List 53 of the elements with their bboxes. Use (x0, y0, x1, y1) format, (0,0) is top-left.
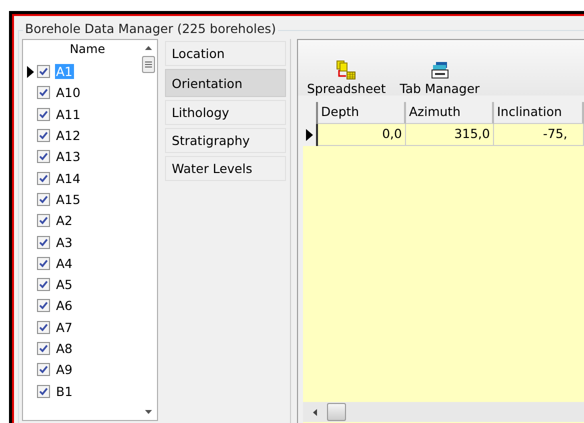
borehole-name[interactable]: A12 (55, 128, 82, 144)
checkbox[interactable] (37, 256, 50, 270)
scroll-up-icon[interactable] (144, 46, 152, 50)
scroll-down-icon[interactable] (144, 410, 152, 414)
checkbox[interactable] (37, 214, 50, 228)
column-header[interactable]: Azimuth (406, 102, 494, 124)
checkbox[interactable] (37, 384, 50, 398)
table-cell: 0,0 (318, 124, 406, 146)
checkbox[interactable] (37, 363, 50, 376)
scroll-left-icon[interactable] (313, 408, 317, 416)
borehole-name[interactable]: A13 (55, 149, 82, 164)
scroll-thumb[interactable] (327, 403, 346, 421)
checkbox[interactable] (37, 86, 50, 100)
checkbox[interactable] (37, 172, 50, 185)
borehole-name[interactable]: A2 (55, 213, 74, 228)
column-header[interactable]: Depth (318, 102, 406, 124)
borehole-name[interactable]: A6 (55, 298, 74, 314)
checkbox[interactable] (37, 278, 50, 292)
borehole-name[interactable]: B1 (55, 384, 74, 399)
spreadsheet-icon (336, 60, 356, 80)
checkbox[interactable] (37, 342, 50, 355)
borehole-name[interactable]: A9 (55, 362, 74, 378)
checkbox[interactable] (37, 299, 50, 312)
borehole-name[interactable]: A15 (55, 192, 82, 207)
tab[interactable]: Location (164, 41, 286, 66)
card-box-icon (430, 60, 450, 80)
borehole-name[interactable]: A3 (55, 234, 74, 250)
scrollbar[interactable] (303, 402, 584, 422)
tab[interactable]: Water Levels (164, 156, 286, 181)
toolbar-button[interactable]: Spreadsheet (303, 60, 390, 96)
checkbox[interactable] (37, 236, 50, 249)
borehole-name[interactable]: A10 (55, 85, 82, 100)
toolbar-button[interactable]: Tab Manager (396, 60, 484, 96)
borehole-name[interactable]: A4 (55, 256, 74, 271)
checkbox[interactable] (37, 65, 50, 78)
table-cell: -75, (494, 124, 584, 146)
tab[interactable]: Lithology (164, 100, 286, 125)
tab[interactable]: Orientation (164, 69, 286, 97)
borehole-name[interactable]: A7 (55, 320, 74, 335)
table-cell: 315,0 (406, 124, 494, 146)
tab[interactable]: Stratigraphy (164, 128, 286, 153)
column-header[interactable]: Inclination (494, 102, 584, 124)
checkbox[interactable] (37, 108, 50, 121)
checkbox[interactable] (37, 129, 50, 142)
checkbox[interactable] (37, 192, 50, 206)
group-title: Borehole Data Manager (225 boreholes) (23, 21, 278, 36)
borehole-name[interactable]: A8 (55, 341, 74, 356)
borehole-name[interactable]: A5 (55, 277, 74, 292)
scroll-thumb[interactable] (142, 56, 155, 73)
checkbox[interactable] (37, 150, 50, 164)
checkbox[interactable] (37, 320, 50, 334)
borehole-name[interactable]: A14 (55, 170, 82, 186)
borehole-name[interactable]: A11 (55, 106, 82, 122)
